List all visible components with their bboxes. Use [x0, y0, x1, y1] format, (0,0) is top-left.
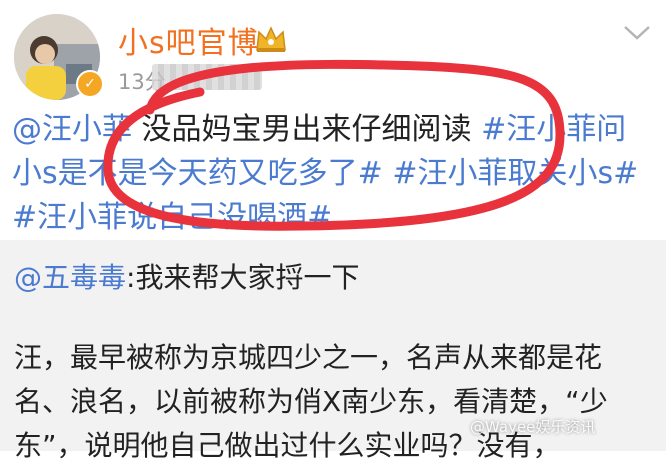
post-content: @汪小菲 没品妈宝男出来仔细阅读 #汪小菲问小s是不是今天药又吃多了# #汪小菲…: [12, 108, 652, 240]
verified-badge-icon: ✓: [76, 70, 104, 98]
username[interactable]: 小s吧官博: [118, 18, 259, 62]
post-text: 没品妈宝男出来仔细阅读: [132, 112, 482, 147]
quote-header: @五毒毒:我来帮大家捋一下: [14, 256, 359, 296]
chevron-down-icon[interactable]: [622, 24, 652, 42]
mention-link[interactable]: @汪小菲: [12, 112, 132, 147]
quote-intro: :我来帮大家捋一下: [126, 261, 360, 294]
mention-link[interactable]: @五毒毒: [14, 261, 126, 294]
blurred-source: [152, 64, 262, 90]
hashtag-link[interactable]: #汪小菲说自己没喝酒#: [12, 200, 332, 235]
watermark: @Wayee娱乐资讯: [470, 418, 596, 436]
quote-text: 汪，最早被称为京城四少之一，名声从来都是花名、浪名，以前被称为俏X南少东，看清楚…: [14, 341, 608, 462]
post-header: ✓ 小s吧官博 13分: [0, 0, 666, 100]
hashtag-link[interactable]: #汪小菲取关小s#: [392, 156, 638, 191]
crown-icon: [256, 26, 286, 52]
